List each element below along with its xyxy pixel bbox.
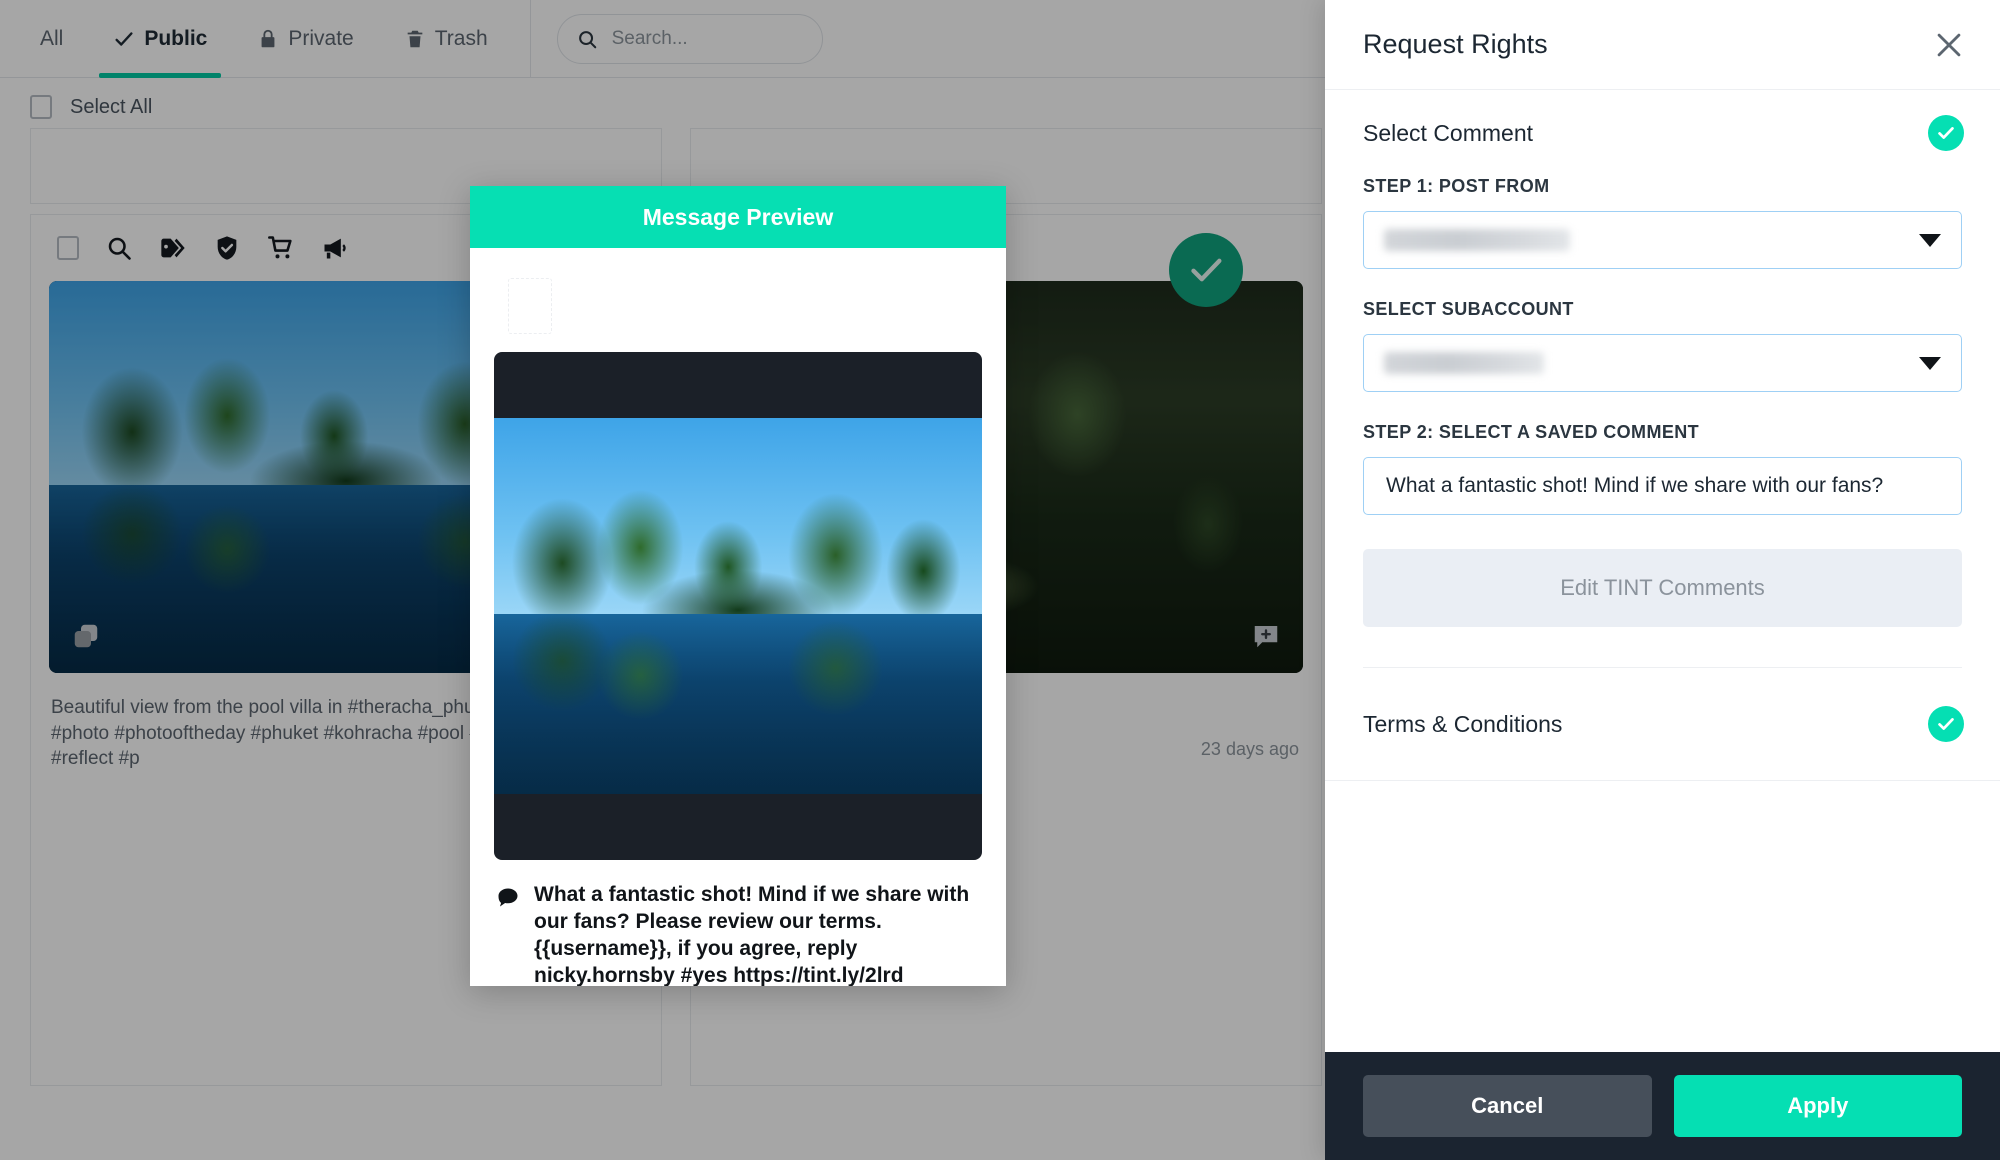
tab-public-label: Public <box>144 26 208 50</box>
close-icon[interactable] <box>1932 28 1966 62</box>
speech-bubble-icon <box>496 886 520 910</box>
message-preview-title: Message Preview <box>470 186 1006 248</box>
preview-comment-row: What a fantastic shot! Mind if we share … <box>470 860 1006 986</box>
select-all-checkbox[interactable] <box>30 95 52 119</box>
magnifier-icon[interactable] <box>105 234 133 262</box>
section-divider <box>1325 780 2000 781</box>
panel-footer: Cancel Apply <box>1325 1052 2000 1160</box>
terms-label: Terms & Conditions <box>1363 710 1563 737</box>
filter-tabs: All Public Private Trash <box>0 0 494 78</box>
chevron-down-icon <box>1919 233 1941 247</box>
top-navigation: All Public Private Trash Search... <box>0 0 1325 78</box>
comment-plus-icon <box>1251 621 1281 651</box>
subaccount-select[interactable] <box>1363 334 1962 392</box>
subaccount-label: SELECT SUBACCOUNT <box>1363 299 1574 319</box>
megaphone-icon[interactable] <box>321 234 349 262</box>
search-placeholder: Search... <box>611 27 688 49</box>
check-circle-icon <box>1928 706 1964 742</box>
tab-all[interactable]: All <box>34 0 69 78</box>
chevron-down-icon <box>1919 356 1941 370</box>
tab-private[interactable]: Private <box>251 0 359 78</box>
screen-root: All Public Private Trash Search... Selec… <box>0 0 2000 1160</box>
tab-trash-label: Trash <box>434 26 488 50</box>
lock-icon <box>257 28 279 50</box>
cancel-button[interactable]: Cancel <box>1363 1075 1652 1137</box>
post-from-select[interactable] <box>1363 211 1962 269</box>
apply-button[interactable]: Apply <box>1673 1075 1962 1137</box>
post-from-value <box>1384 229 1570 251</box>
carousel-icon <box>71 621 101 651</box>
post-from-label: STEP 1: POST FROM <box>1363 176 1550 196</box>
check-icon <box>113 28 135 50</box>
select-comment-label: Select Comment <box>1363 119 1534 146</box>
page-title: Request Rights <box>1363 29 1548 59</box>
saved-comment-input[interactable]: What a fantastic shot! Mind if we share … <box>1363 457 1962 515</box>
checkbox-icon[interactable] <box>57 236 79 260</box>
tab-private-label: Private <box>288 26 354 50</box>
tab-all-label: All <box>40 26 64 50</box>
preview-image <box>494 352 982 860</box>
edit-tint-comments-button[interactable]: Edit TINT Comments <box>1363 549 1962 627</box>
select-all-label: Select All <box>70 95 153 118</box>
select-comment-section-header[interactable]: Select Comment <box>1325 90 2000 176</box>
nav-divider <box>529 0 531 78</box>
tag-icon[interactable] <box>159 234 187 262</box>
check-circle-icon <box>1928 115 1964 151</box>
search-input[interactable]: Search... <box>556 13 823 64</box>
approved-badge <box>1169 233 1243 307</box>
preview-comment-text: What a fantastic shot! Mind if we share … <box>534 883 970 986</box>
photo-pool-villa-preview <box>494 418 982 794</box>
shield-check-icon[interactable] <box>213 234 241 262</box>
saved-comment-label: STEP 2: SELECT A SAVED COMMENT <box>1363 422 1700 442</box>
request-rights-panel: Request Rights Select Comment STEP 1: PO… <box>1325 0 2000 1160</box>
search-icon <box>576 28 598 50</box>
cart-icon[interactable] <box>267 234 295 262</box>
message-preview-modal: Message Preview What a fantastic shot! M… <box>470 186 1006 986</box>
trash-icon <box>404 28 426 50</box>
terms-section-header[interactable]: Terms & Conditions <box>1325 668 2000 780</box>
message-preview-body <box>470 248 1006 860</box>
subaccount-value <box>1384 352 1544 374</box>
tab-public[interactable]: Public <box>99 0 222 78</box>
broken-image-icon <box>508 278 552 334</box>
panel-body: Select Comment STEP 1: POST FROM SELECT … <box>1325 90 2000 1052</box>
panel-header: Request Rights <box>1325 0 2000 90</box>
request-rights-form: STEP 1: POST FROM SELECT SUBACCOUNT STEP… <box>1325 176 2000 668</box>
tab-trash[interactable]: Trash <box>398 0 494 78</box>
